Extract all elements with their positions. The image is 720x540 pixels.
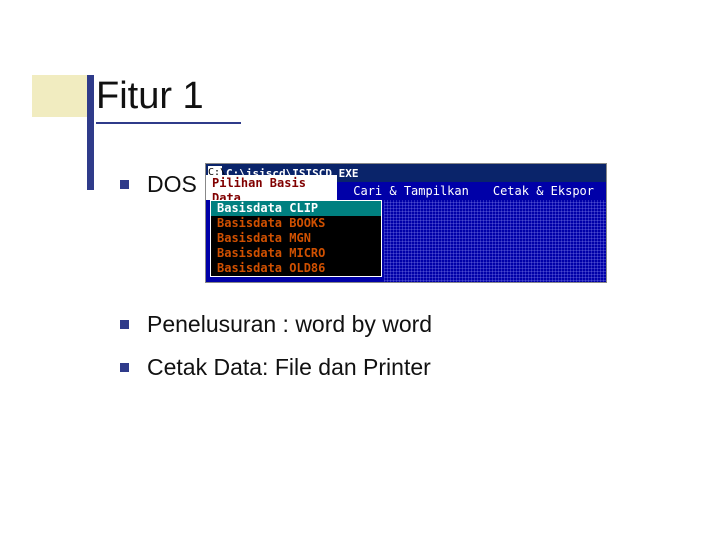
slide-title: Fitur 1 — [96, 75, 241, 124]
basis-data-dropdown: Basisdata CLIP Basisdata BOOKS Basisdata… — [210, 200, 382, 277]
menu-item-cetak-ekspor[interactable]: Cetak & Ekspor — [481, 183, 606, 200]
list-item: Penelusuran : word by word — [120, 310, 640, 339]
dos-screen: Pilihan Basis Data Cari & Tampilkan Ceta… — [206, 182, 606, 282]
list-item: Cetak Data: File dan Printer — [120, 353, 640, 382]
dropdown-item-mgn[interactable]: Basisdata MGN — [211, 231, 381, 246]
background-texture — [384, 200, 606, 282]
bullet-text: DOS — [147, 170, 197, 199]
bullet-square-icon — [120, 320, 129, 329]
dos-content-area: Basisdata CLIP Basisdata BOOKS Basisdata… — [206, 200, 606, 282]
dropdown-item-books[interactable]: Basisdata BOOKS — [211, 216, 381, 231]
dos-body: Pilihan Basis Data Cari & Tampilkan Ceta… — [206, 182, 606, 282]
decoration-accent-block — [32, 75, 87, 117]
dropdown-item-micro[interactable]: Basisdata MICRO — [211, 246, 381, 261]
bullet-text: Penelusuran : word by word — [147, 310, 432, 339]
dropdown-item-clip[interactable]: Basisdata CLIP — [211, 201, 381, 216]
bullet-list-lower: Penelusuran : word by word Cetak Data: F… — [120, 296, 640, 382]
bullet-text: Cetak Data: File dan Printer — [147, 353, 431, 382]
dos-menubar: Pilihan Basis Data Cari & Tampilkan Ceta… — [206, 182, 606, 200]
dropdown-item-old86[interactable]: Basisdata OLD86 — [211, 261, 381, 276]
dos-window: C:\ C:\isiscd\ISISCD.EXE Pilihan Basis D… — [205, 163, 607, 283]
menu-item-cari-tampilkan[interactable]: Cari & Tampilkan — [341, 183, 481, 200]
decoration-accent-line — [87, 75, 94, 190]
bullet-square-icon — [120, 180, 129, 189]
bullet-square-icon — [120, 363, 129, 372]
